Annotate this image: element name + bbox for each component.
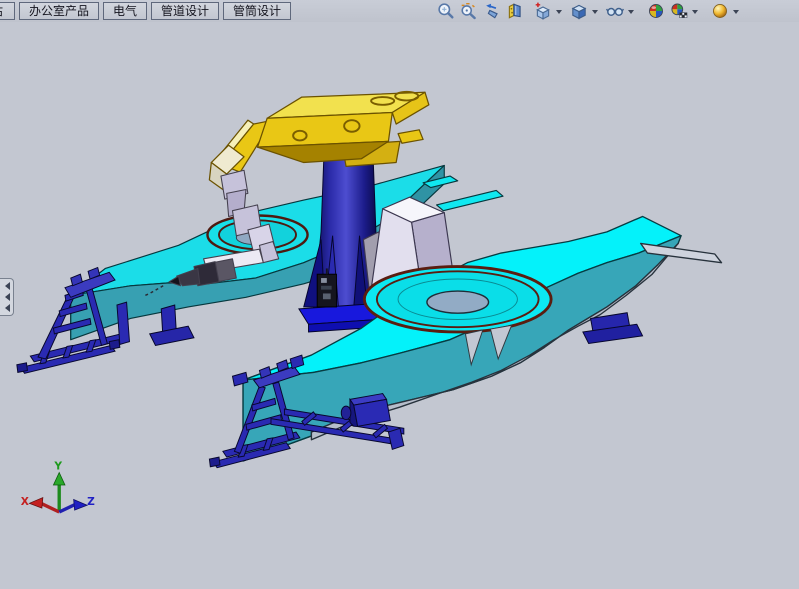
triad-y-label: Y	[53, 461, 62, 473]
zoom-to-area-icon[interactable]	[460, 2, 478, 20]
tab-partial-evaluate[interactable]: 估	[0, 2, 15, 20]
tab-partial-label: 估	[0, 3, 3, 19]
chevron-left-icon	[1, 304, 10, 312]
apply-scene-dropdown[interactable]	[692, 10, 698, 17]
slewing-ring-right[interactable]	[364, 267, 551, 332]
previous-view-icon[interactable]	[483, 2, 501, 20]
section-view-icon[interactable]	[506, 2, 524, 20]
view-settings-dropdown[interactable]	[733, 10, 739, 17]
tab-tubing-design[interactable]: 管筒设计	[223, 2, 291, 20]
view-orientation-icon[interactable]	[534, 2, 552, 20]
triad-z-label: Z	[87, 496, 95, 508]
hide-show-items-icon[interactable]	[606, 2, 624, 20]
zoom-to-fit-icon[interactable]	[437, 2, 455, 20]
heads-up-view-toolbar	[437, 0, 747, 22]
tab-piping-design[interactable]: 管道设计	[151, 2, 219, 20]
tab-electrical[interactable]: 电气	[103, 2, 147, 20]
chevron-left-icon	[1, 282, 10, 290]
orientation-triad: Y X Z	[21, 461, 95, 512]
edit-appearance-icon[interactable]	[647, 2, 665, 20]
hide-show-items-dropdown[interactable]	[628, 10, 634, 17]
tab-office-products[interactable]: 办公室产品	[19, 2, 99, 20]
view-orientation-dropdown[interactable]	[556, 10, 562, 17]
graphics-area[interactable]: Y X Z	[0, 22, 799, 589]
triad-x-label: X	[21, 496, 29, 508]
model-scene: Y X Z	[0, 22, 799, 589]
chevron-left-icon	[1, 293, 10, 301]
column-control-box[interactable]	[317, 268, 336, 307]
display-style-dropdown[interactable]	[592, 10, 598, 17]
view-settings-icon[interactable]	[711, 2, 729, 20]
command-tabs: 估 办公室产品 电气 管道设计 管筒设计	[0, 0, 293, 22]
command-toolbar: 估 办公室产品 电气 管道设计 管筒设计	[0, 0, 799, 22]
apply-scene-icon[interactable]	[670, 2, 688, 20]
display-style-icon[interactable]	[570, 2, 588, 20]
panel-expand-control[interactable]	[0, 278, 14, 316]
